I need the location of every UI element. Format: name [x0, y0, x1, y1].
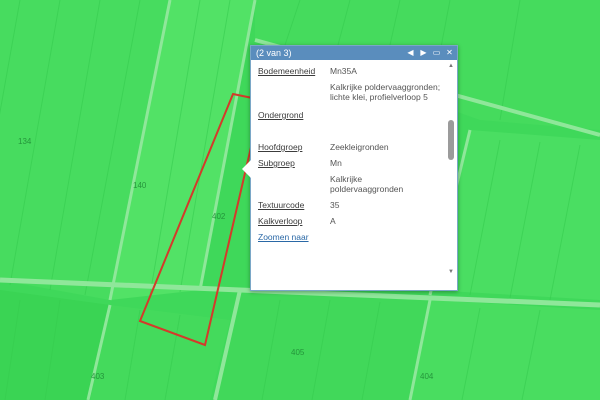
attribute-value: Kalkrijke poldervaaggronden; lichte klei… — [330, 82, 441, 102]
popup-title: (2 van 3) — [256, 48, 292, 58]
attribute-label: Textuurcode — [258, 200, 305, 210]
attribute-value: Mn — [330, 158, 342, 168]
attribute-row: Kalkverloop A — [258, 216, 445, 226]
parcel-label: 405 — [291, 348, 305, 357]
attribute-value: Kalkrijke poldervaaggronden — [330, 174, 404, 194]
attribute-label: Subgroep — [258, 158, 295, 168]
field-parcel — [215, 290, 430, 400]
next-icon[interactable]: ▶ — [419, 46, 428, 60]
attribute-row: Ondergrond — [258, 110, 445, 120]
popup-controls: ◀ ▶ ▭ ✕ — [406, 46, 454, 60]
attribute-label — [258, 82, 330, 102]
zoom-to-link[interactable]: Zoomen naar — [258, 232, 445, 242]
parcel-label: 134 — [18, 137, 32, 146]
parcel-label: 402 — [212, 212, 226, 221]
scroll-down-icon[interactable]: ▼ — [447, 268, 455, 276]
prev-icon[interactable]: ◀ — [406, 46, 415, 60]
parcel-label: 404 — [420, 372, 434, 381]
info-popup: (2 van 3) ◀ ▶ ▭ ✕ Bodemeenheid Mn35A Kal… — [242, 45, 458, 291]
attribute-label: Kalkverloop — [258, 216, 303, 226]
attribute-label — [258, 174, 330, 194]
attribute-label — [258, 126, 330, 136]
attribute-row: Hoofdgroep Zeekleigronden — [258, 142, 445, 152]
scroll-thumb[interactable] — [448, 120, 454, 160]
maximize-icon[interactable]: ▭ — [432, 46, 441, 60]
attribute-row: Kalkrijke poldervaaggronden; lichte klei… — [258, 82, 445, 102]
scroll-up-icon[interactable]: ▲ — [447, 62, 455, 70]
attribute-value — [330, 126, 442, 136]
attribute-row: Subgroep Mn — [258, 158, 445, 168]
attribute-label: Hoofdgroep — [258, 142, 303, 152]
close-icon[interactable]: ✕ — [445, 46, 454, 60]
popup-pointer — [242, 160, 251, 178]
popup-titlebar: (2 van 3) ◀ ▶ ▭ ✕ — [251, 46, 457, 60]
popup-scrollbar[interactable]: ▲ ▼ — [447, 62, 455, 276]
attribute-value: Mn35A — [330, 66, 357, 76]
parcel-label: 140 — [133, 181, 147, 190]
attribute-row: Kalkrijke poldervaaggronden — [258, 174, 445, 194]
attribute-row: Textuurcode 35 — [258, 200, 445, 210]
attribute-value: A — [330, 216, 336, 226]
parcel-label: 403 — [91, 372, 105, 381]
attribute-value — [330, 110, 442, 120]
popup-content[interactable]: Bodemeenheid Mn35A Kalkrijke poldervaagg… — [251, 60, 445, 290]
attribute-row: Bodemeenheid Mn35A — [258, 66, 445, 76]
attribute-label: Ondergrond — [258, 110, 304, 120]
attribute-label: Bodemeenheid — [258, 66, 316, 76]
attribute-value: 35 — [330, 200, 340, 210]
field-parcel — [410, 300, 600, 400]
attribute-value: Zeekleigronden — [330, 142, 389, 152]
attribute-row — [258, 126, 445, 136]
field-parcel — [90, 305, 230, 400]
